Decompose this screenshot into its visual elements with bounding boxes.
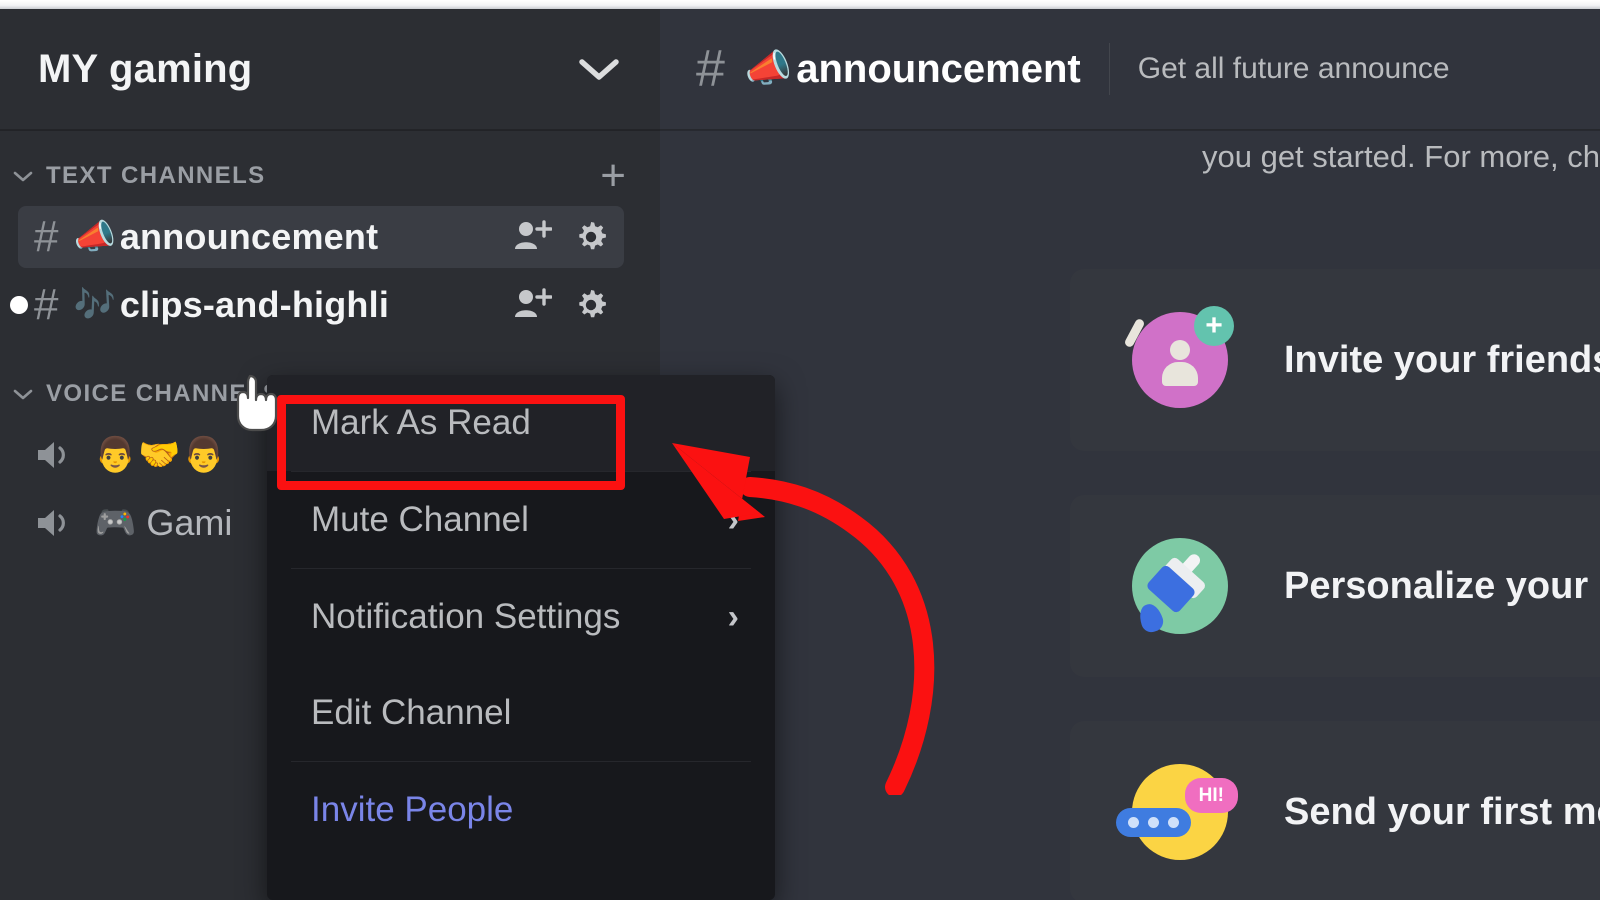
category-label: TEXT CHANNELS <box>46 162 266 189</box>
channel-topic-overflow: you get started. For more, ch <box>1201 139 1600 174</box>
context-menu-item-mute-channel[interactable]: Mute Channel › <box>267 472 775 568</box>
chat-main: # 📣 announcement Get all future announce… <box>660 9 1600 900</box>
hash-icon: # <box>34 280 59 329</box>
people-emoji: 👨🤝👨 <box>94 436 228 474</box>
card-title: Send your first mes <box>1284 790 1600 833</box>
gear-icon[interactable] <box>572 286 610 324</box>
person-add-icon[interactable] <box>512 219 552 255</box>
hash-icon: # <box>696 40 725 98</box>
context-menu-item-invite-people[interactable]: Invite People <box>267 762 775 858</box>
card-title: Personalize your se <box>1284 564 1600 607</box>
sidebar-item-clips-and-highlights[interactable]: # 🎶 clips-and-highli <box>10 274 624 336</box>
channel-name: Gami <box>146 502 233 543</box>
category-text-channels[interactable]: TEXT CHANNELS + <box>0 152 660 200</box>
context-menu-item-mark-as-read[interactable]: Mark As Read <box>267 375 775 471</box>
hi-badge: HI! <box>1184 778 1238 813</box>
chevron-down-icon[interactable] <box>576 54 622 84</box>
speaker-icon <box>34 437 76 473</box>
divider <box>1108 43 1110 95</box>
invite-friends-icon: + <box>1123 306 1234 408</box>
menu-item-label: Edit Channel <box>311 693 512 732</box>
channel-context-menu: Mark As Read Mute Channel › Notification… <box>267 375 775 900</box>
gear-icon[interactable] <box>572 218 610 256</box>
plus-badge-icon: + <box>1194 306 1234 346</box>
gamepad-icon: 🎮 <box>94 504 139 542</box>
hash-icon: # <box>34 212 59 261</box>
music-notes-icon: 🎶 <box>73 286 116 324</box>
server-header[interactable]: MY gaming <box>0 9 660 130</box>
page-title: announcement <box>796 46 1081 91</box>
onboarding-card-list: + Invite your friends Personalize your s… <box>1070 269 1600 900</box>
channel-name: clips-and-highli <box>119 284 390 325</box>
card-personalize-server[interactable]: Personalize your se <box>1070 495 1600 677</box>
person-add-icon[interactable] <box>512 287 552 323</box>
unread-indicator <box>10 296 28 314</box>
typing-dots-icon <box>1116 808 1191 837</box>
channel-name: announcement <box>119 216 379 257</box>
paintbrush-icon <box>1132 538 1228 635</box>
card-invite-friends[interactable]: + Invite your friends <box>1070 269 1600 451</box>
chevron-down-icon[interactable] <box>10 169 36 183</box>
channel-topic: Get all future announce <box>1137 52 1450 85</box>
chat-bubble-icon: HI! <box>1116 764 1238 860</box>
screen-top-edge <box>0 0 1600 9</box>
category-label: VOICE CHANNELS <box>46 380 281 407</box>
chevron-down-icon[interactable] <box>10 387 36 401</box>
sidebar-item-announcement[interactable]: # 📣 announcement <box>18 206 624 268</box>
menu-item-label: Mark As Read <box>311 403 531 442</box>
plus-icon[interactable]: + <box>600 154 626 198</box>
megaphone-icon: 📣 <box>744 48 793 90</box>
chevron-right-icon: › <box>727 597 739 636</box>
megaphone-icon: 📣 <box>73 218 116 256</box>
menu-item-label: Notification Settings <box>311 597 621 636</box>
chevron-right-icon: › <box>727 500 739 539</box>
context-menu-item-notification-settings[interactable]: Notification Settings › <box>267 569 775 665</box>
speaker-icon <box>34 505 76 541</box>
menu-item-label: Mute Channel <box>311 500 529 539</box>
menu-item-label: Invite People <box>311 790 514 829</box>
card-title: Invite your friends <box>1284 338 1600 381</box>
card-send-first-message[interactable]: HI! Send your first mes <box>1070 721 1600 900</box>
server-name: MY gaming <box>38 46 253 91</box>
channel-header: # 📣 announcement Get all future announce <box>660 9 1600 130</box>
context-menu-item-edit-channel[interactable]: Edit Channel <box>267 665 775 761</box>
